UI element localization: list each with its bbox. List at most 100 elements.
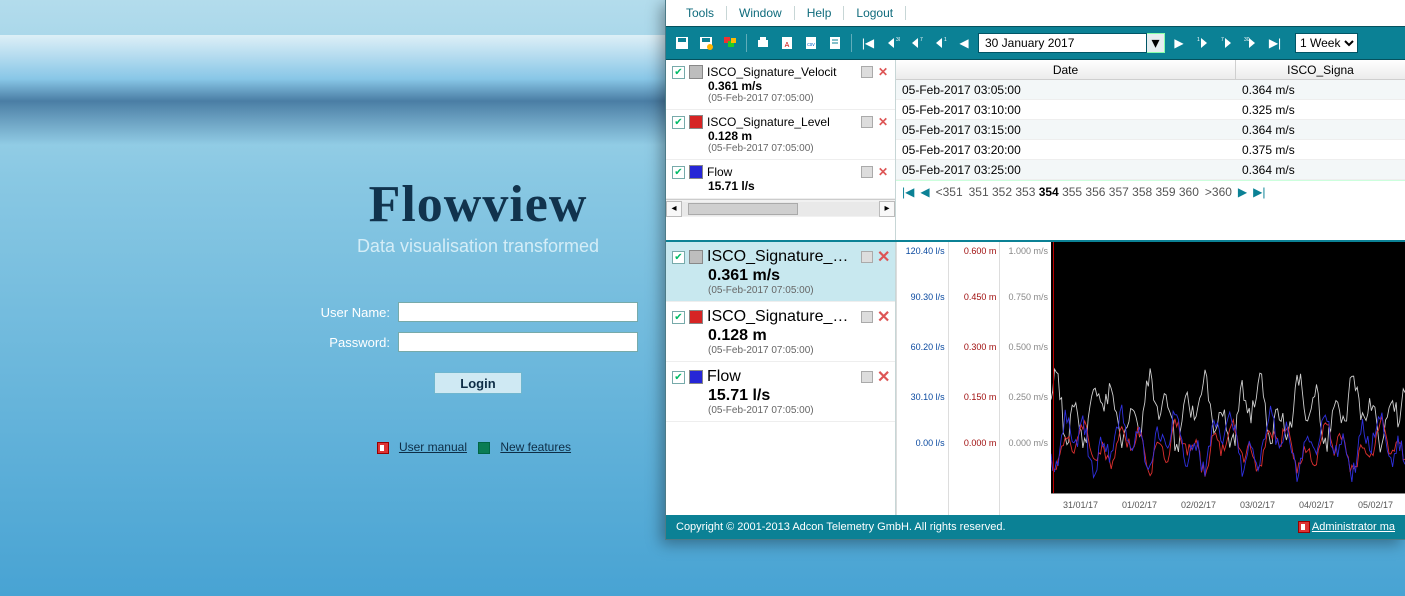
sensor-settings-icon[interactable] <box>861 116 873 128</box>
sensor-remove-icon[interactable]: ✕ <box>877 307 889 327</box>
axis-tick-label: 0.00 l/s <box>916 438 945 448</box>
brand-title: Flowview <box>318 175 638 234</box>
x-tick-label: 31/01/17 <box>1063 500 1098 510</box>
sensor-item[interactable]: ✔ ISCO_Signature_Velocit ✕ 0.361 m/s (05… <box>666 242 895 302</box>
sensor-checkbox[interactable]: ✔ <box>672 66 685 79</box>
nav-next-icon[interactable]: ▶ <box>1169 33 1189 53</box>
nav-back-30-icon[interactable]: 30 <box>882 33 902 53</box>
toolbar-separator <box>746 34 747 52</box>
sensor-name: ISCO_Signature_Level <box>707 115 857 129</box>
toolbar-separator <box>851 34 852 52</box>
scroll-left-icon[interactable]: ◂ <box>666 201 682 217</box>
sensor-checkbox[interactable]: ✔ <box>672 311 685 324</box>
report-icon[interactable] <box>825 33 845 53</box>
scroll-thumb[interactable] <box>688 203 798 215</box>
sensor-remove-icon[interactable]: ✕ <box>877 165 889 179</box>
menu-tools[interactable]: Tools <box>674 6 726 20</box>
nav-last-icon[interactable]: ▶| <box>1265 33 1285 53</box>
table-row[interactable]: 05-Feb-2017 03:15:000.364 m/s <box>896 120 1405 140</box>
pager-prev-icon[interactable]: ◀ <box>920 185 929 199</box>
date-picker-button[interactable]: ▾ <box>1147 33 1165 53</box>
sensor-remove-icon[interactable]: ✕ <box>877 247 889 267</box>
nav-fwd-1-icon[interactable]: 1 <box>1193 33 1213 53</box>
pager-prev-range[interactable]: <351 <box>936 185 963 199</box>
sensor-remove-icon[interactable]: ✕ <box>877 367 889 387</box>
print-icon[interactable] <box>753 33 773 53</box>
axis-tick-label: 60.20 l/s <box>911 342 945 352</box>
sensor-item[interactable]: ✔ ISCO_Signature_Level ✕ 0.128 m (05-Feb… <box>666 110 895 160</box>
x-tick-label: 03/02/17 <box>1240 500 1275 510</box>
sensor-settings-icon[interactable] <box>861 311 873 323</box>
layers-icon[interactable] <box>720 33 740 53</box>
table-body: 05-Feb-2017 03:05:000.364 m/s05-Feb-2017… <box>896 80 1405 180</box>
nav-prev-icon[interactable]: ◀ <box>954 33 974 53</box>
pager-page[interactable]: 358 <box>1132 185 1155 199</box>
pager-page[interactable]: 355 <box>1062 185 1085 199</box>
menu-logout[interactable]: Logout <box>844 6 905 20</box>
sensor-color-swatch <box>689 250 703 264</box>
axis-tick-label: 0.450 m <box>964 292 997 302</box>
pager-page[interactable]: 352 <box>992 185 1015 199</box>
table-row[interactable]: 05-Feb-2017 03:20:000.375 m/s <box>896 140 1405 160</box>
sensor-checkbox[interactable]: ✔ <box>672 116 685 129</box>
right-column: Date ISCO_Signa 05-Feb-2017 03:05:000.36… <box>896 60 1405 240</box>
pdf-export-icon[interactable]: A <box>777 33 797 53</box>
nav-back-1-icon[interactable]: 1 <box>930 33 950 53</box>
sensor-checkbox[interactable]: ✔ <box>672 166 685 179</box>
sensor-remove-icon[interactable]: ✕ <box>877 115 889 129</box>
table-row[interactable]: 05-Feb-2017 03:10:000.325 m/s <box>896 100 1405 120</box>
date-input[interactable] <box>978 33 1147 53</box>
user-manual-link[interactable]: User manual <box>399 440 467 454</box>
pager-page[interactable]: 359 <box>1156 185 1179 199</box>
username-input[interactable] <box>398 302 638 322</box>
range-select[interactable]: 1 Week <box>1295 33 1358 53</box>
sensor-item[interactable]: ✔ ISCO_Signature_Level ✕ 0.128 m (05-Feb… <box>666 302 895 362</box>
nav-fwd-7-icon[interactable]: 7 <box>1217 33 1237 53</box>
sensor-item[interactable]: ✔ ISCO_Signature_Velocit ✕ 0.361 m/s (05… <box>666 60 895 110</box>
nav-first-icon[interactable]: |◀ <box>858 33 878 53</box>
data-table: Date ISCO_Signa 05-Feb-2017 03:05:000.36… <box>896 60 1405 180</box>
sensor-settings-icon[interactable] <box>861 371 873 383</box>
sensor-settings-icon[interactable] <box>861 66 873 78</box>
sensor-checkbox[interactable]: ✔ <box>672 371 685 384</box>
pager-page[interactable]: 356 <box>1085 185 1108 199</box>
nav-fwd-30-icon[interactable]: 30 <box>1241 33 1261 53</box>
pager-page[interactable]: 357 <box>1109 185 1132 199</box>
save-icon[interactable] <box>672 33 692 53</box>
horizontal-scrollbar[interactable]: ◂ ▸ <box>666 199 895 217</box>
pager-page[interactable]: 360 <box>1179 185 1199 199</box>
pager-first-icon[interactable]: |◀ <box>902 185 914 199</box>
new-features-link[interactable]: New features <box>500 440 571 454</box>
password-input[interactable] <box>398 332 638 352</box>
sensor-remove-icon[interactable]: ✕ <box>877 65 889 79</box>
admin-manual-link[interactable]: Administrator ma <box>1312 521 1395 533</box>
col-header-date[interactable]: Date <box>896 60 1236 79</box>
sensor-settings-icon[interactable] <box>861 166 873 178</box>
scroll-track[interactable] <box>682 202 879 216</box>
table-row[interactable]: 05-Feb-2017 03:05:000.364 m/s <box>896 80 1405 100</box>
menu-window[interactable]: Window <box>727 6 794 20</box>
pager-page[interactable]: 351 <box>969 185 992 199</box>
menu-help[interactable]: Help <box>795 6 844 20</box>
sensor-value: 0.128 m <box>708 327 889 345</box>
sensor-item[interactable]: ✔ Flow ✕ 15.71 l/s (05-Feb-2017 07:05:00… <box>666 362 895 422</box>
axis-tick-label: 1.000 m/s <box>1008 246 1048 256</box>
pager-page[interactable]: 353 <box>1015 185 1038 199</box>
scroll-right-icon[interactable]: ▸ <box>879 201 895 217</box>
sensor-settings-icon[interactable] <box>861 251 873 263</box>
menu-separator <box>905 6 906 20</box>
pager-next-icon[interactable]: ▶ <box>1238 185 1247 199</box>
csv-export-icon[interactable]: csv <box>801 33 821 53</box>
pager-next-range[interactable]: >360 <box>1205 185 1232 199</box>
login-button[interactable]: Login <box>434 372 522 394</box>
sensor-checkbox[interactable]: ✔ <box>672 251 685 264</box>
nav-back-7-icon[interactable]: 7 <box>906 33 926 53</box>
col-header-value[interactable]: ISCO_Signa <box>1236 60 1405 79</box>
chart-plot[interactable]: 31/01/1701/02/1702/02/1703/02/1704/02/17… <box>1051 242 1405 515</box>
pager-page[interactable]: 354 <box>1039 185 1062 199</box>
sensor-item[interactable]: ✔ Flow ✕ 15.71 l/s <box>666 160 895 199</box>
save-as-icon[interactable] <box>696 33 716 53</box>
pager-last-icon[interactable]: ▶| <box>1253 185 1265 199</box>
table-row[interactable]: 05-Feb-2017 03:25:000.364 m/s <box>896 160 1405 180</box>
x-tick-label: 04/02/17 <box>1299 500 1334 510</box>
